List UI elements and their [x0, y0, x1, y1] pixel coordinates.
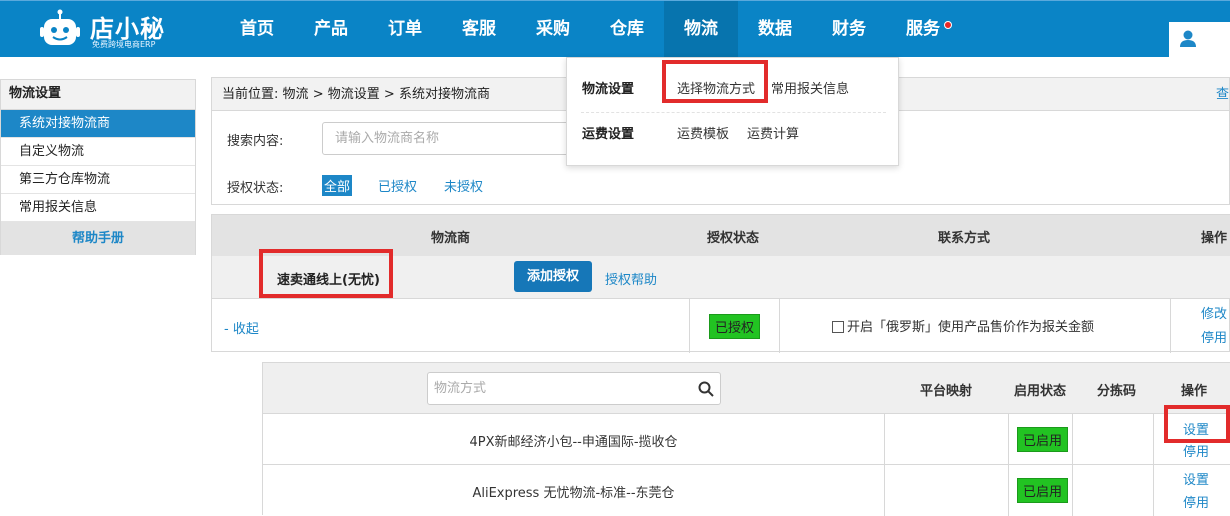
user-menu[interactable] — [1169, 22, 1230, 58]
column-divider — [1072, 465, 1073, 516]
enabled-status-badge: 已启用 — [1017, 427, 1069, 452]
column-divider — [689, 299, 690, 353]
menu-item-freight-template[interactable]: 运费模板 — [677, 123, 729, 142]
shipping-method-name: AliExpress 无忧物流-标准--东莞仓 — [472, 486, 675, 501]
auth-filter-authorized[interactable]: 已授权 — [378, 176, 417, 195]
header-auth-status: 授权状态 — [707, 231, 760, 246]
highlight-settings-link — [1164, 405, 1230, 443]
shipping-method-search-input[interactable]: 物流方式 — [427, 372, 721, 405]
highlight-carrier-name — [259, 249, 393, 298]
highlight-select-shipping-method — [662, 60, 768, 103]
main-nav: 首页 产品 订单 客服 采购 仓库 物流 数据 财务 服务 — [220, 1, 960, 58]
nav-item-data[interactable]: 数据 — [738, 1, 812, 58]
breadcrumb-separator: > — [312, 87, 324, 102]
nav-item-home[interactable]: 首页 — [220, 1, 294, 58]
russia-price-checkbox[interactable] — [832, 321, 844, 333]
collapse-link[interactable]: - 收起 — [224, 318, 259, 337]
nav-item-services-label: 服务 — [906, 19, 940, 39]
method-disable-link[interactable]: 停用 — [1183, 441, 1209, 460]
column-divider — [1008, 414, 1009, 465]
header-carrier: 物流商 — [431, 231, 471, 246]
dropdown-divider — [581, 112, 886, 113]
brand-tagline: 免费跨境电商ERP — [92, 40, 156, 49]
nav-item-customer-service[interactable]: 客服 — [442, 1, 516, 58]
carrier-search-input[interactable]: 请输入物流商名称 — [322, 122, 572, 155]
table-row: 4PX新邮经济小包--申通国际-揽收仓 已启用 设置 停用 — [263, 414, 1230, 465]
authorized-status-badge: 已授权 — [709, 314, 761, 339]
breadcrumb-item-logistics[interactable]: 物流 — [283, 87, 309, 102]
header-operation: 操作 — [1201, 231, 1228, 246]
breadcrumb-item-current: 系统对接物流商 — [398, 87, 490, 102]
search-label: 搜索内容: — [227, 134, 284, 149]
shipping-methods-header: 物流方式 平台映射 启用状态 分拣码 操作 — [263, 363, 1230, 414]
menu-item-freight-calculator[interactable]: 运费计算 — [747, 123, 799, 142]
method-disable-link[interactable]: 停用 — [1183, 492, 1209, 511]
brand-logo[interactable]: 店小秘 免费跨境电商ERP — [40, 7, 200, 53]
column-divider — [1008, 465, 1009, 516]
russia-price-checkbox-label: 开启「俄罗斯」使用产品售价作为报关金额 — [847, 320, 1095, 335]
top-navigation-bar: 店小秘 免费跨境电商ERP 首页 产品 订单 客服 采购 仓库 物流 数据 财务… — [0, 0, 1230, 58]
russia-price-option[interactable]: 开启「俄罗斯」使用产品售价作为报关金额 — [832, 316, 1094, 335]
header-sorting-code: 分拣码 — [1097, 384, 1137, 399]
auth-status-label: 授权状态: — [227, 181, 284, 196]
menu-item-customs-info[interactable]: 常用报关信息 — [771, 78, 849, 97]
column-divider — [884, 465, 885, 516]
authorization-help-link[interactable]: 授权帮助 — [605, 269, 657, 288]
robot-logo-icon — [40, 9, 80, 45]
disable-carrier-link[interactable]: 停用 — [1201, 327, 1227, 346]
auth-filter-unauthorized[interactable]: 未授权 — [444, 176, 483, 195]
method-settings-link[interactable]: 设置 — [1183, 469, 1209, 488]
carrier-detail-row: - 收起 已授权 开启「俄罗斯」使用产品售价作为报关金额 修改 停用 — [212, 299, 1230, 353]
column-divider — [1170, 299, 1171, 353]
nav-item-products[interactable]: 产品 — [294, 1, 368, 58]
nav-item-orders[interactable]: 订单 — [368, 1, 442, 58]
column-divider — [1153, 465, 1154, 516]
dropdown-group-freight-settings: 运费设置 — [582, 127, 635, 142]
sidebar-title: 物流设置 — [1, 80, 195, 110]
shipping-methods-table: 物流方式 平台映射 启用状态 分拣码 操作 4PX新邮经济小包--申通国际-揽收… — [262, 362, 1230, 516]
enabled-status-badge: 已启用 — [1017, 478, 1069, 503]
user-icon — [1180, 30, 1196, 47]
breadcrumb-right-link[interactable]: 查 — [1216, 78, 1229, 111]
nav-item-warehouse[interactable]: 仓库 — [590, 1, 664, 58]
breadcrumb-separator: > — [383, 87, 395, 102]
header-platform-mapping: 平台映射 — [920, 384, 973, 399]
dropdown-group-logistics-settings: 物流设置 — [582, 82, 635, 97]
column-divider — [1072, 414, 1073, 465]
sidebar-help-manual[interactable]: 帮助手册 — [1, 222, 195, 255]
modify-carrier-link[interactable]: 修改 — [1201, 303, 1227, 322]
shipping-method-search-placeholder: 物流方式 — [434, 381, 487, 396]
column-divider — [884, 414, 885, 465]
nav-item-finance[interactable]: 财务 — [812, 1, 886, 58]
sidebar: 物流设置 系统对接物流商 自定义物流 第三方仓库物流 常用报关信息 帮助手册 — [0, 79, 196, 255]
add-authorization-button[interactable]: 添加授权 — [514, 261, 592, 292]
notification-dot — [944, 21, 952, 29]
column-divider — [1153, 414, 1154, 465]
sidebar-item-customs-info[interactable]: 常用报关信息 — [1, 194, 195, 222]
breadcrumb-prefix: 当前位置: — [222, 87, 279, 102]
nav-item-services[interactable]: 服务 — [886, 1, 960, 58]
nav-item-logistics[interactable]: 物流 — [664, 1, 738, 58]
nav-item-purchasing[interactable]: 采购 — [516, 1, 590, 58]
header-contact: 联系方式 — [938, 231, 991, 246]
sidebar-item-system-carriers[interactable]: 系统对接物流商 — [1, 110, 195, 138]
sidebar-item-custom-logistics[interactable]: 自定义物流 — [1, 138, 195, 166]
sidebar-item-third-party-warehouse[interactable]: 第三方仓库物流 — [1, 166, 195, 194]
search-icon[interactable] — [698, 381, 714, 397]
header-enabled-status: 启用状态 — [1014, 384, 1067, 399]
shipping-method-name: 4PX新邮经济小包--申通国际-揽收仓 — [469, 435, 678, 450]
table-row: AliExpress 无忧物流-标准--东莞仓 已启用 设置 停用 — [263, 465, 1230, 516]
column-divider — [779, 299, 780, 353]
header-method-operation: 操作 — [1181, 384, 1208, 399]
breadcrumb-item-logistics-settings[interactable]: 物流设置 — [328, 87, 380, 102]
auth-filter-all[interactable]: 全部 — [322, 175, 353, 196]
